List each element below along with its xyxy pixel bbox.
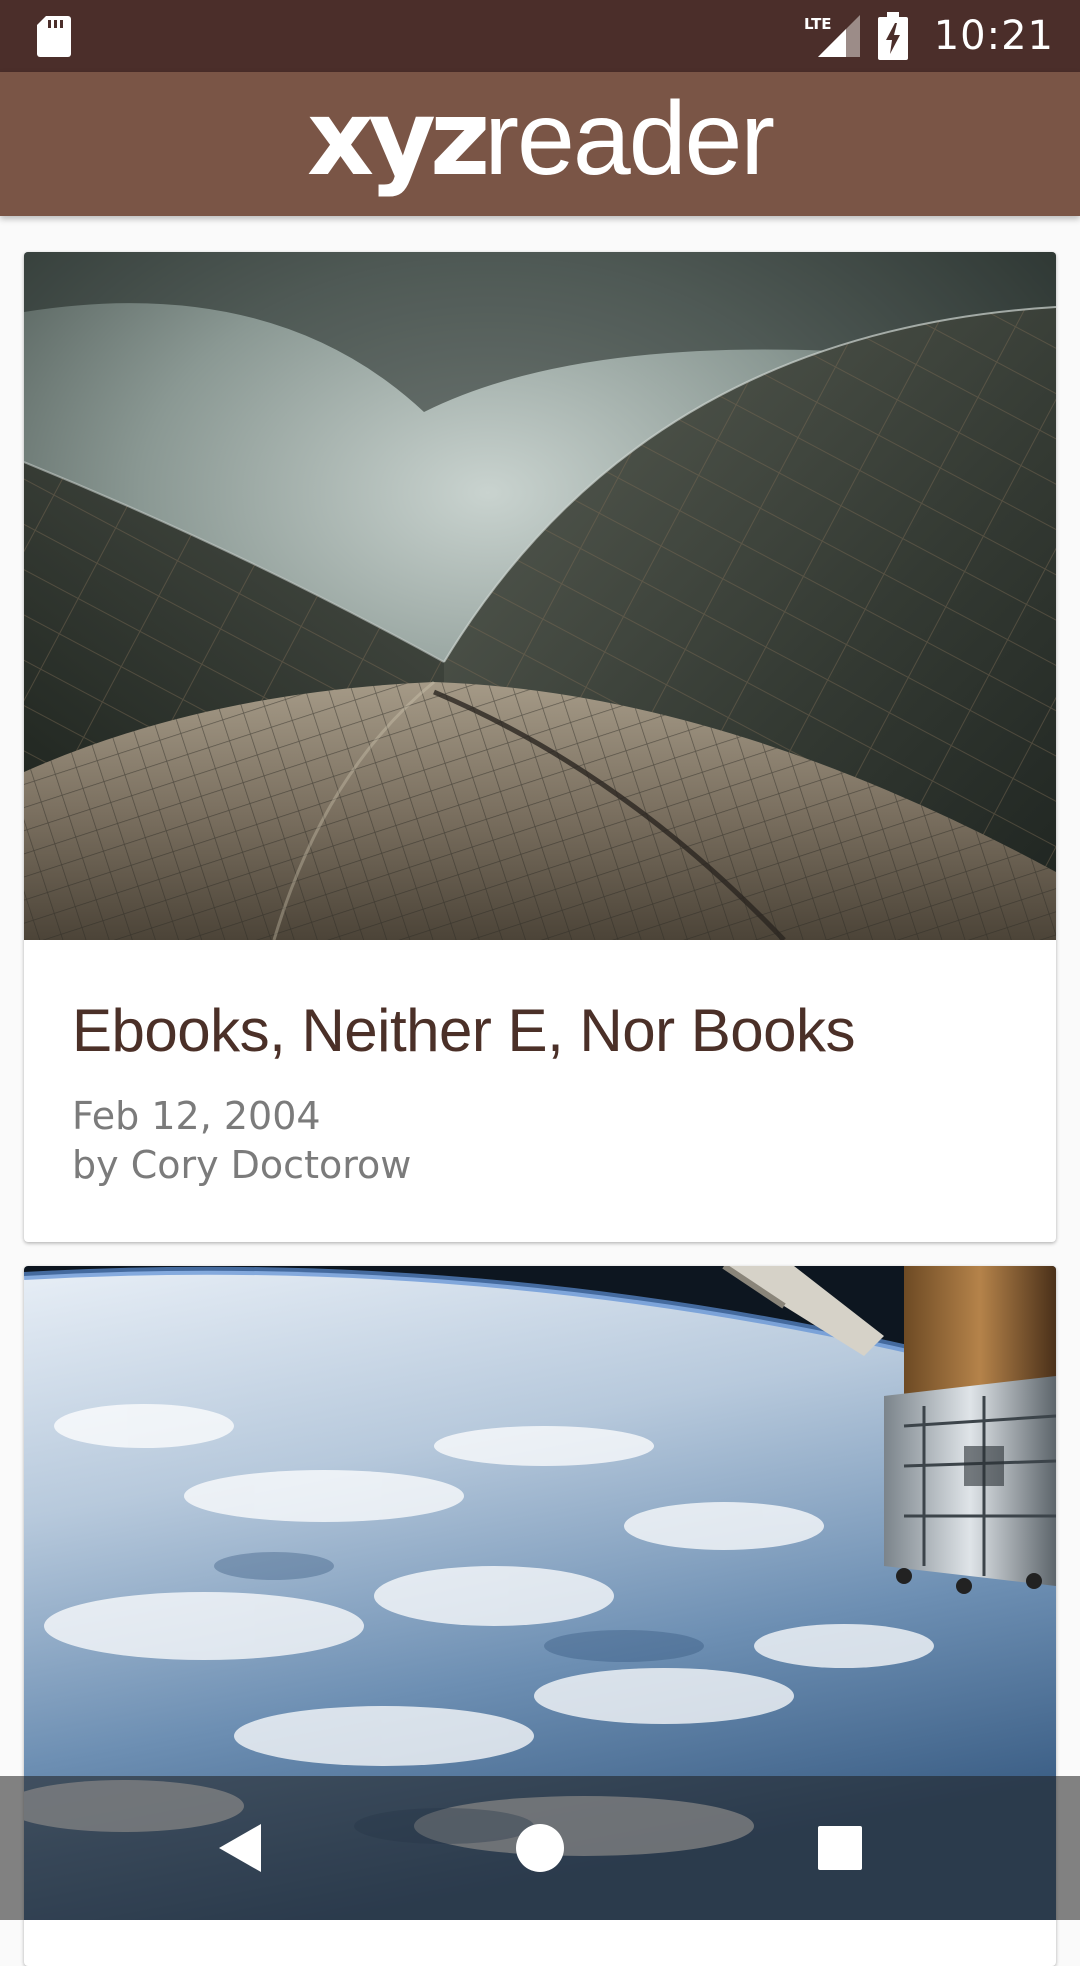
- home-button[interactable]: [460, 1776, 620, 1920]
- status-bar: LTE 10:21: [0, 0, 1080, 72]
- recents-icon: [818, 1826, 862, 1870]
- article-title: Ebooks, Neither E, Nor Books: [72, 997, 856, 1064]
- card-text: Ebooks, Neither E, Nor Books Feb 12, 200…: [24, 940, 1056, 1190]
- lte-signal-icon: LTE: [804, 15, 860, 57]
- recents-button[interactable]: [760, 1776, 920, 1920]
- battery-charging-icon: [877, 12, 908, 60]
- svg-text:LTE: LTE: [804, 15, 832, 33]
- opera-house-shells-photo: [24, 252, 1056, 940]
- article-card[interactable]: Ebooks, Neither E, Nor Books Feb 12, 200…: [24, 252, 1056, 1242]
- article-date: Feb 12, 2004: [72, 1094, 321, 1138]
- status-time: 10:21: [933, 13, 1054, 59]
- logo-light-part: reader: [484, 80, 775, 197]
- back-button[interactable]: [160, 1776, 320, 1920]
- home-icon: [516, 1824, 564, 1872]
- app-logo: xyzreader: [307, 86, 775, 191]
- article-author: by Cory Doctorow: [72, 1143, 412, 1187]
- logo-bold-part: xyz: [306, 76, 490, 199]
- app-bar: xyzreader: [0, 72, 1080, 216]
- back-icon: [219, 1824, 261, 1872]
- system-nav-bar: [0, 1776, 1080, 1920]
- sd-card-icon: [37, 16, 71, 57]
